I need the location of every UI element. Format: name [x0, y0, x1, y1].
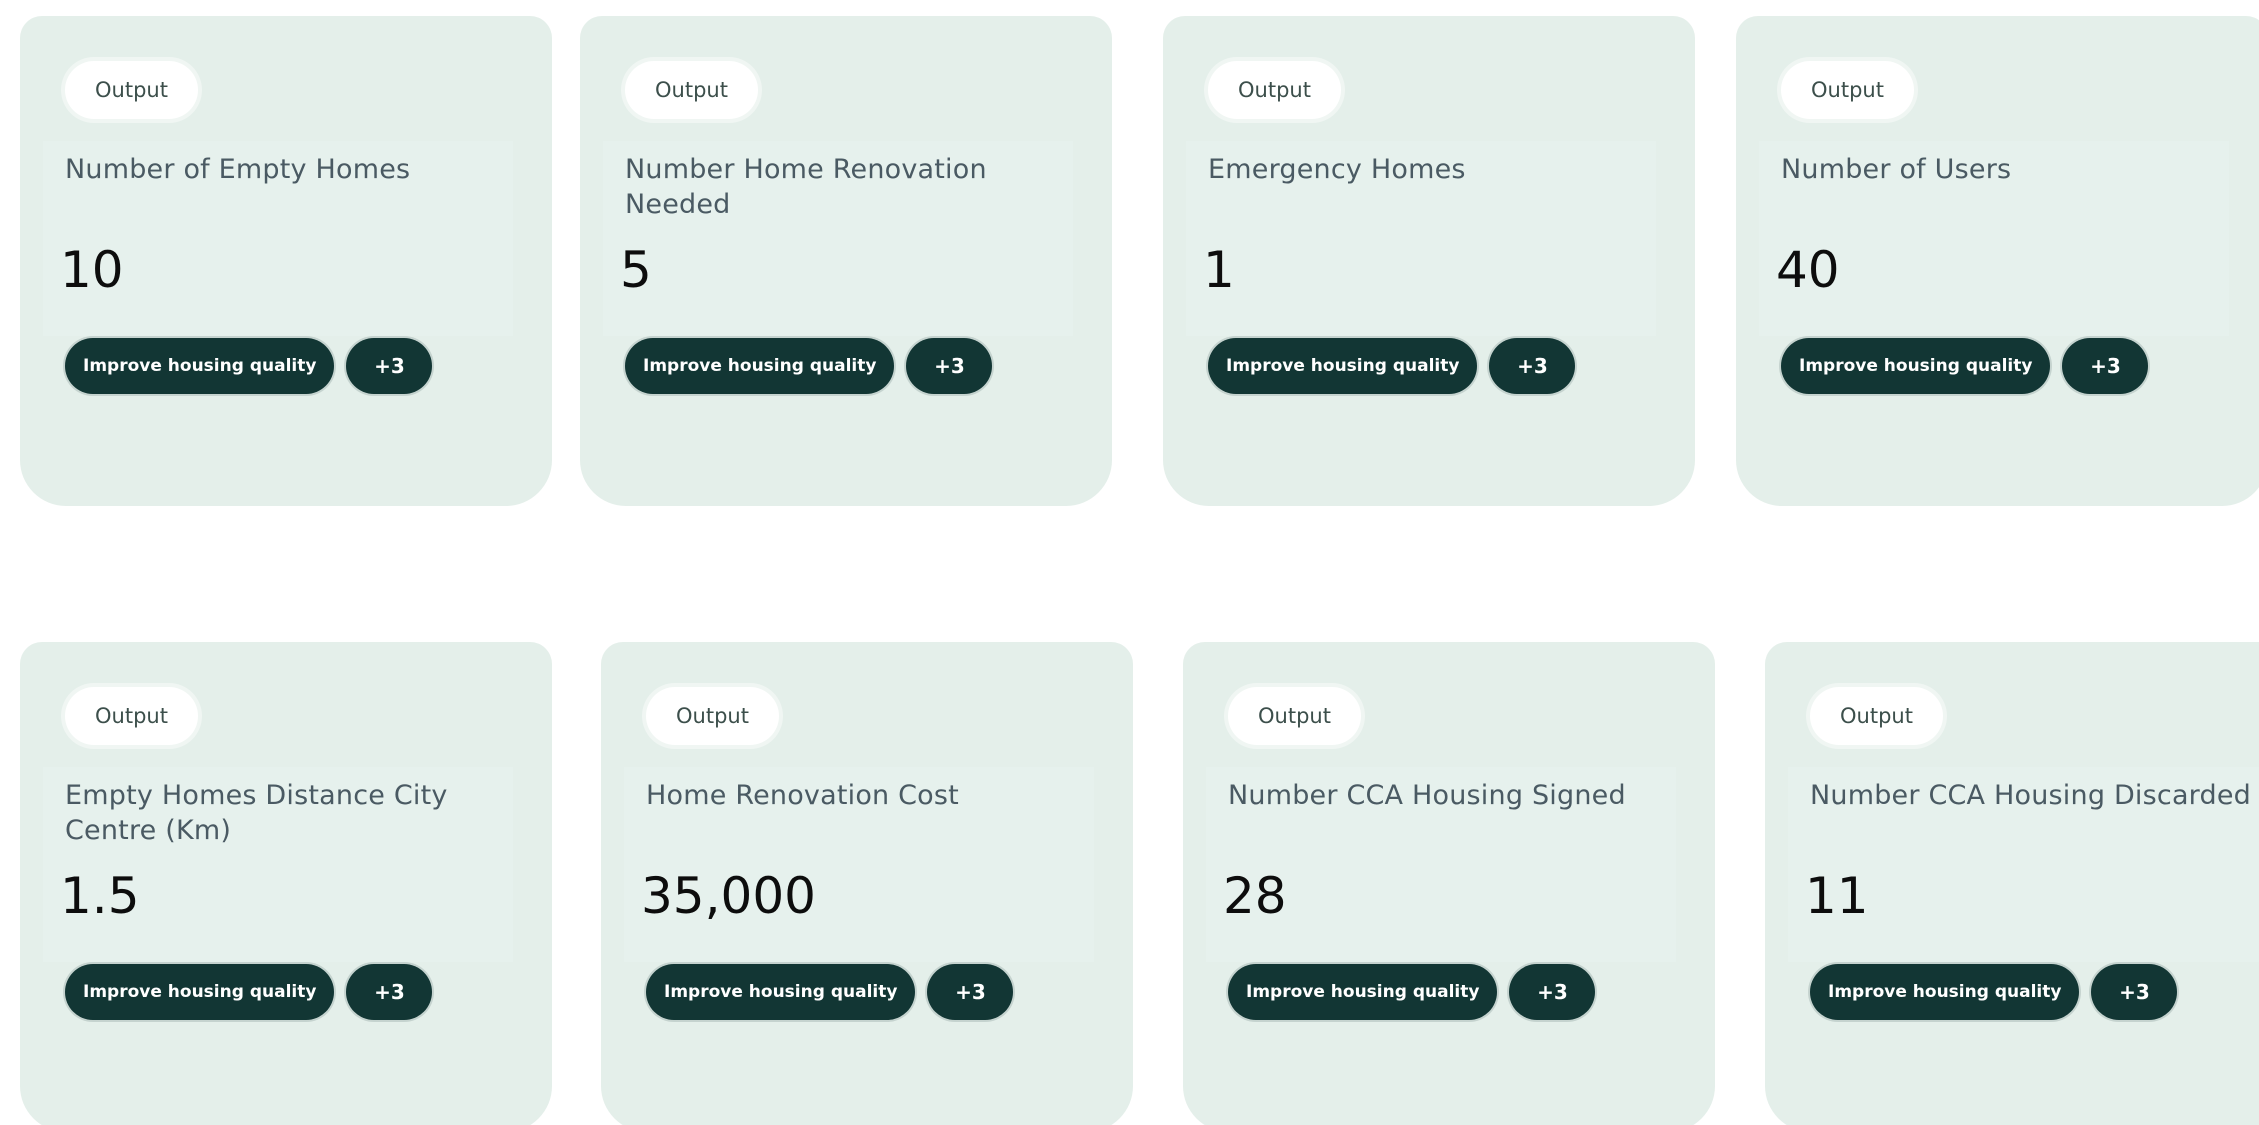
metric-title: Empty Homes Distance City Centre (Km) [65, 780, 448, 846]
tag-row: Improve housing quality +3 [625, 338, 993, 394]
output-badge: Output [1781, 61, 1914, 119]
goal-tag[interactable]: Improve housing quality [1208, 338, 1478, 394]
tag-row: Improve housing quality +3 [646, 964, 1014, 1020]
more-tags-button[interactable]: +3 [1509, 964, 1596, 1020]
metric-title: Number CCA Housing Signed [1228, 780, 1626, 811]
output-badge: Output [625, 61, 758, 119]
metric-title: Home Renovation Cost [646, 780, 959, 811]
metric-value: 1.5 [60, 867, 140, 925]
metric-title: Number of Empty Homes [65, 154, 411, 185]
tag-row: Improve housing quality +3 [1810, 964, 2178, 1020]
more-tags-button[interactable]: +3 [346, 964, 433, 1020]
more-tags-button[interactable]: +3 [346, 338, 433, 394]
tag-row: Improve housing quality +3 [1208, 338, 1576, 394]
more-tags-button[interactable]: +3 [2091, 964, 2178, 1020]
output-badge: Output [1208, 61, 1341, 119]
output-badge: Output [646, 687, 779, 745]
metric-title: Number of Users [1781, 154, 2012, 185]
metric-card-renovation-cost[interactable]: Output Home Renovation Cost 35,000 Impro… [601, 642, 1133, 1125]
metric-card-renovation-needed[interactable]: Output Number Home Renovation Needed 5 I… [580, 16, 1112, 506]
more-tags-button[interactable]: +3 [1489, 338, 1576, 394]
more-tags-button[interactable]: +3 [927, 964, 1014, 1020]
goal-tag[interactable]: Improve housing quality [65, 338, 335, 394]
goal-tag[interactable]: Improve housing quality [646, 964, 916, 1020]
more-tags-button[interactable]: +3 [2062, 338, 2149, 394]
metric-card-cca-signed[interactable]: Output Number CCA Housing Signed 28 Impr… [1183, 642, 1715, 1125]
tag-row: Improve housing quality +3 [1228, 964, 1596, 1020]
goal-tag[interactable]: Improve housing quality [1810, 964, 2080, 1020]
metric-value: 10 [60, 241, 124, 299]
metric-card-users[interactable]: Output Number of Users 40 Improve housin… [1736, 16, 2259, 506]
metric-value: 28 [1223, 867, 1287, 925]
goal-tag[interactable]: Improve housing quality [625, 338, 895, 394]
output-badge: Output [1228, 687, 1361, 745]
metric-value: 40 [1776, 241, 1840, 299]
metric-value: 5 [620, 241, 652, 299]
metric-card-cca-discarded[interactable]: Output Number CCA Housing Discarded 11 I… [1765, 642, 2259, 1125]
more-tags-button[interactable]: +3 [906, 338, 993, 394]
metric-value: 35,000 [641, 867, 816, 925]
metric-title: Number Home Renovation Needed [625, 154, 987, 220]
tag-row: Improve housing quality +3 [65, 338, 433, 394]
metric-card-empty-homes[interactable]: Output Number of Empty Homes 10 Improve … [20, 16, 552, 506]
metric-title: Emergency Homes [1208, 154, 1466, 185]
metric-title: Number CCA Housing Discarded [1810, 780, 2252, 811]
metrics-grid: Output Number of Empty Homes 10 Improve … [0, 0, 2259, 1125]
goal-tag[interactable]: Improve housing quality [1781, 338, 2051, 394]
output-badge: Output [65, 61, 198, 119]
metric-value: 1 [1203, 241, 1235, 299]
goal-tag[interactable]: Improve housing quality [65, 964, 335, 1020]
output-badge: Output [1810, 687, 1943, 745]
tag-row: Improve housing quality +3 [1781, 338, 2149, 394]
metric-card-distance-city-centre[interactable]: Output Empty Homes Distance City Centre … [20, 642, 552, 1125]
goal-tag[interactable]: Improve housing quality [1228, 964, 1498, 1020]
output-badge: Output [65, 687, 198, 745]
tag-row: Improve housing quality +3 [65, 964, 433, 1020]
metric-card-emergency-homes[interactable]: Output Emergency Homes 1 Improve housing… [1163, 16, 1695, 506]
metric-value: 11 [1805, 867, 1869, 925]
